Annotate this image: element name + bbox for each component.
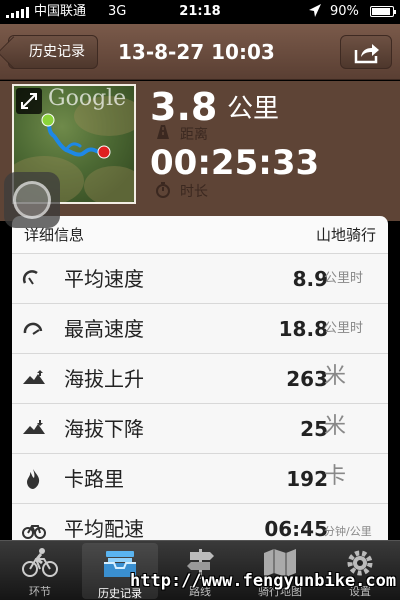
battery-icon [370,6,396,17]
back-button-label: 历史记录 [29,44,85,60]
stat-value: 06:45 [264,517,328,541]
page-title: 13-8-27 10:03 [118,40,275,64]
watermark-url: http://www.fengyunbike.com [130,571,397,591]
activity-type: 山地骑行 [315,226,376,244]
stat-unit: 公里时 [324,271,364,286]
duration-value: 00:25:33 [150,143,320,183]
stat-row-max-speed: 最高速度 18.8 公里时 [12,304,388,354]
stat-label: 最高速度 [64,317,144,341]
stat-label: 卡路里 [64,467,124,491]
back-button[interactable]: 历史记录 [8,35,98,69]
distance-unit: 公里 [227,94,280,124]
details-card: 详细信息 山地骑行 平均速度 8.9 公里时 最高速度 18.8 公里时 海拔上… [12,216,388,546]
stat-value: 192 [286,467,328,491]
share-button[interactable] [340,35,392,69]
stat-label: 平均速度 [64,267,144,291]
stat-row-average-speed: 平均速度 8.9 公里时 [12,254,388,304]
summary-panel: Google 3.8 公里 距离 00:25:33 时长 [0,81,400,221]
expand-icon [21,93,37,109]
distance-value: 3.8 [150,85,218,129]
details-header: 详细信息 山地骑行 [12,216,388,254]
speedometer-icon [22,268,44,290]
stat-label: 海拔下降 [64,417,144,441]
tab-bar: 环节 历史记录 路线 骑行地图 设置 [0,540,400,600]
stat-row-elevation-gain: 海拔上升 263 米 [12,354,388,404]
stat-unit: 分钟/公里 [324,525,372,538]
tab-label: 环节 [29,585,51,598]
tab-cycling[interactable]: 环节 [2,541,78,600]
status-bar: 中国联通 3G 21:18 90% [0,0,400,24]
stat-row-calories: 卡路里 192 卡 [12,454,388,504]
stopwatch-icon [155,182,171,202]
stat-unit: 公里时 [324,321,364,336]
end-marker [97,145,111,159]
location-arrow-icon [308,3,322,24]
bicycle-icon [22,547,58,579]
battery-percent: 90% [330,4,359,19]
stat-label: 海拔上升 [64,367,144,391]
assistive-touch-button[interactable] [4,172,60,228]
distance-caption: 距离 [180,127,208,143]
mountain-up-icon [22,368,45,390]
navigation-bar: 历史记录 13-8-27 10:03 [0,24,400,80]
road-icon [155,125,171,143]
start-marker [41,113,55,127]
share-icon [354,44,379,64]
flame-icon [22,468,44,490]
pace-icon [22,518,46,540]
expand-map-button[interactable] [16,88,42,114]
stat-unit: 米 [324,364,347,389]
stat-value: 263 [286,367,328,391]
stat-label: 平均配速 [64,517,144,541]
duration-caption: 时长 [180,184,208,200]
speedometer-max-icon [22,318,44,340]
stat-unit: 米 [324,414,347,439]
stat-unit: 卡 [324,464,347,489]
stat-row-elevation-loss: 海拔下降 25 米 [12,404,388,454]
mountain-down-icon [22,418,45,440]
stat-value: 18.8 [278,317,328,341]
stat-value: 8.9 [292,267,328,291]
